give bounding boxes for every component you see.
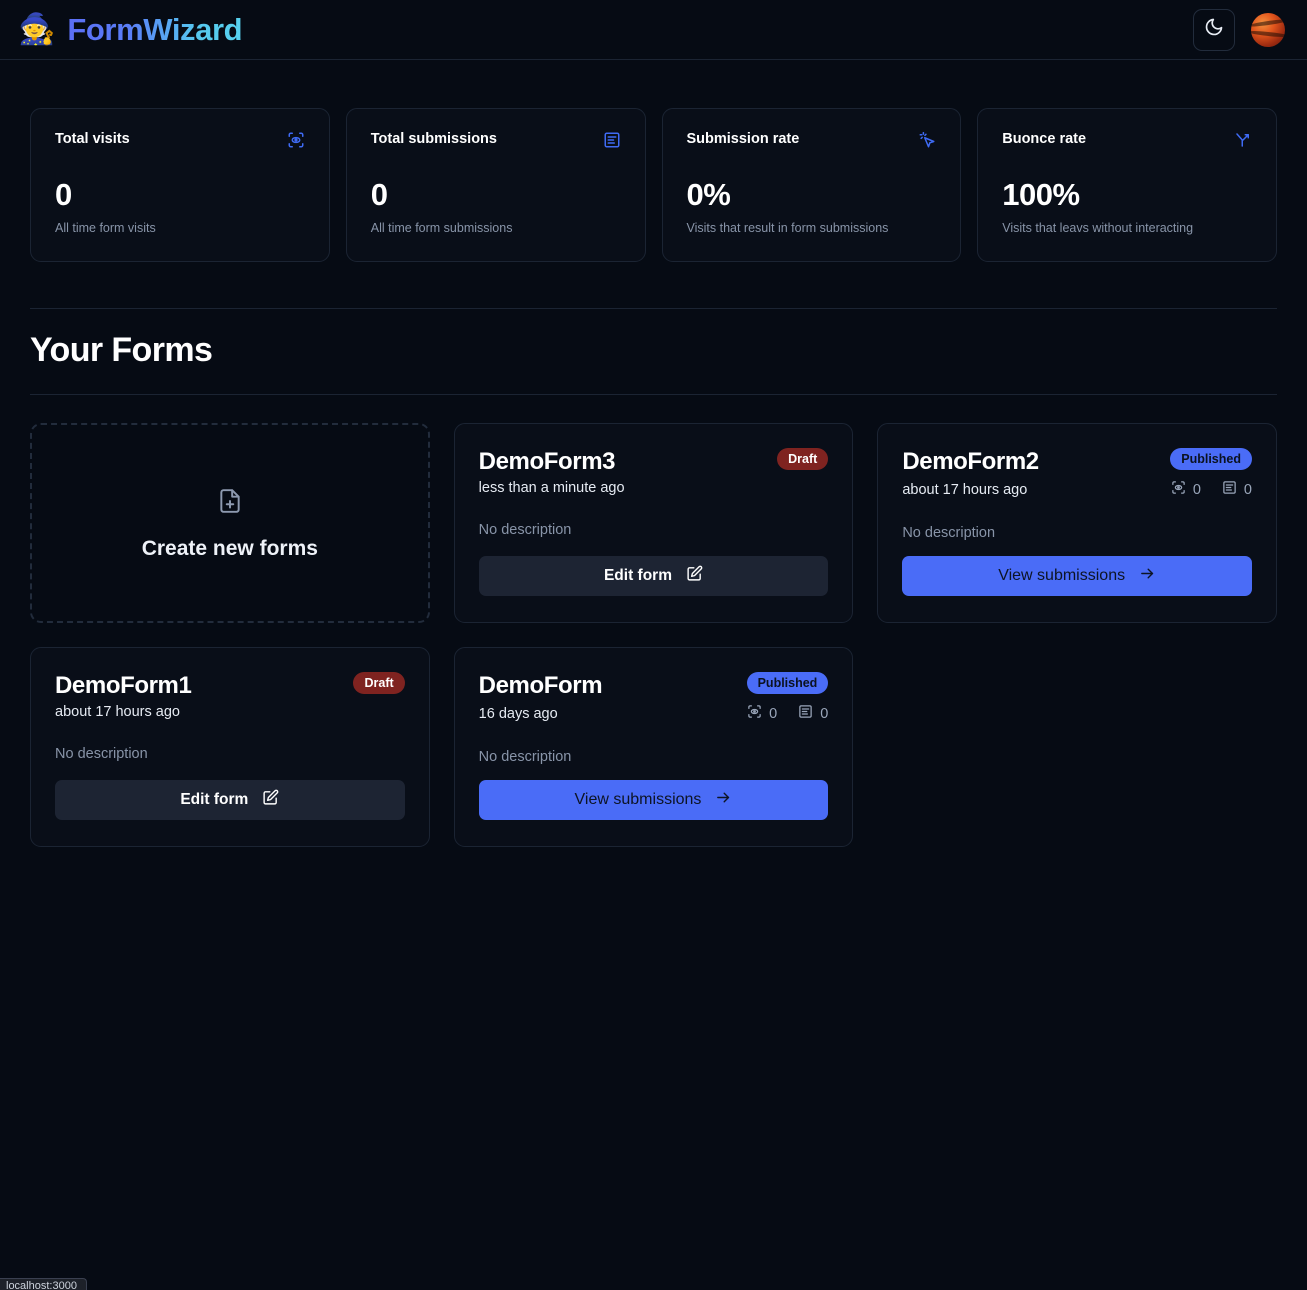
form-description: No description	[478, 749, 572, 765]
form-card-header: DemoForm3 Draft	[479, 448, 829, 476]
wizard-icon: 🧙	[18, 12, 56, 46]
create-new-form-card[interactable]: Create new forms	[30, 423, 430, 623]
form-meta-row: about 17 hours ago 0 0	[902, 480, 1252, 499]
stat-title: Submission rate	[686, 131, 800, 147]
status-badge: Published	[746, 672, 829, 694]
stat-header: Total submissions	[371, 131, 621, 149]
divider-top	[30, 308, 1277, 309]
form-date: 16 days ago	[478, 705, 558, 722]
form-meta-row: less than a minute ago	[479, 480, 829, 496]
form-counters: 0 0	[747, 704, 828, 723]
brand-logo[interactable]: 🧙 FormWizard	[18, 11, 243, 48]
view-submissions-button[interactable]: View submissions	[902, 556, 1252, 596]
arrow-right-icon	[1139, 565, 1156, 587]
create-new-form-label: Create new forms	[141, 536, 318, 560]
arrow-right-icon	[715, 789, 732, 811]
form-input-icon	[798, 704, 813, 723]
pencil-square-icon	[262, 789, 279, 811]
stat-header: Total visits	[55, 131, 305, 149]
divider-bottom	[30, 394, 1277, 395]
form-counters: 0 0	[1171, 480, 1252, 499]
pencil-square-icon	[686, 565, 703, 587]
stat-card-submission-rate: Submission rate 0% Visits that result in…	[661, 108, 962, 262]
form-meta-row: about 17 hours ago	[55, 704, 405, 720]
form-card: DemoForm1 Draft about 17 hours ago No de…	[30, 647, 430, 847]
eye-scan-icon	[287, 131, 305, 149]
eye-scan-icon	[1171, 480, 1186, 499]
stat-subtitle: All time form submissions	[370, 221, 513, 235]
mouse-pointer-click-icon	[918, 131, 936, 149]
stat-subtitle: All time form visits	[55, 221, 156, 235]
edit-form-button[interactable]: Edit form	[55, 780, 405, 820]
stats-row: Total visits 0 All time form visits Tota…	[30, 108, 1277, 262]
eye-scan-icon	[747, 704, 762, 723]
status-badge: Published	[1170, 448, 1252, 470]
browser-status-bar: localhost:3000	[0, 1278, 87, 1290]
brand-name: FormWizard	[67, 11, 243, 47]
file-plus-icon	[217, 486, 243, 521]
form-date: less than a minute ago	[478, 480, 625, 496]
edit-form-label: Edit form	[603, 567, 672, 584]
stat-card-total-submissions: Total submissions 0 All time form submis…	[345, 108, 646, 262]
form-card: DemoForm3 Draft less than a minute ago N…	[453, 423, 854, 623]
form-meta-row: 16 days ago 0 0	[478, 704, 828, 723]
stat-subtitle: Visits that leavs without interacting	[1002, 221, 1194, 235]
header-actions	[1193, 8, 1285, 51]
app-header: 🧙 FormWizard	[0, 0, 1307, 60]
stat-value: 0%	[686, 177, 731, 212]
form-card-header: DemoForm1 Draft	[55, 672, 405, 700]
form-card-header: DemoForm2 Published	[902, 448, 1252, 476]
stat-header: Buonce rate	[1002, 131, 1252, 149]
form-description: No description	[55, 746, 148, 762]
forms-grid: Create new forms DemoForm3 Draft less th…	[30, 423, 1277, 847]
form-name: DemoForm	[478, 672, 603, 699]
form-description: No description	[902, 525, 996, 541]
stat-title: Total submissions	[370, 131, 497, 147]
stat-value: 0	[55, 177, 72, 212]
form-card-header: DemoForm Published	[479, 672, 829, 700]
visits-count: 0	[769, 705, 778, 722]
form-name: DemoForm2	[902, 448, 1039, 475]
stat-title: Buonce rate	[1002, 131, 1087, 147]
page-title: Your Forms	[30, 331, 213, 369]
status-badge: Draft	[353, 672, 405, 694]
view-submissions-label: View submissions	[574, 791, 702, 808]
form-description: No description	[478, 522, 572, 538]
moon-icon	[1204, 17, 1224, 42]
form-card: DemoForm2 Published about 17 hours ago 0	[877, 423, 1277, 623]
avatar[interactable]	[1251, 12, 1285, 47]
arrow-branch-icon	[1234, 131, 1252, 149]
stat-card-total-visits: Total visits 0 All time form visits	[30, 108, 330, 262]
status-badge: Draft	[777, 448, 829, 470]
form-name: DemoForm3	[478, 448, 616, 475]
form-card: DemoForm Published 16 days ago 0 0 No de…	[453, 647, 854, 847]
view-submissions-button[interactable]: View submissions	[478, 780, 829, 820]
edit-form-label: Edit form	[180, 791, 249, 808]
stat-value: 0	[370, 177, 388, 212]
form-input-icon	[1222, 480, 1237, 499]
form-name: DemoForm1	[55, 672, 192, 699]
edit-form-button[interactable]: Edit form	[478, 556, 829, 596]
form-date: about 17 hours ago	[902, 481, 1028, 498]
submissions-count: 0	[820, 705, 829, 722]
view-submissions-label: View submissions	[998, 567, 1126, 584]
stat-title: Total visits	[55, 131, 130, 147]
stat-subtitle: Visits that result in form submissions	[686, 221, 889, 235]
submissions-count: 0	[1243, 481, 1252, 498]
stat-header: Submission rate	[687, 131, 937, 149]
form-date: about 17 hours ago	[55, 704, 180, 720]
stat-card-bounce-rate: Buonce rate 100% Visits that leavs witho…	[977, 108, 1277, 262]
form-input-icon	[603, 131, 621, 149]
theme-toggle-button[interactable]	[1193, 8, 1235, 51]
main-content: Total visits 0 All time form visits Tota…	[30, 60, 1277, 847]
visits-count: 0	[1192, 481, 1201, 498]
stat-value: 100%	[1002, 177, 1080, 212]
